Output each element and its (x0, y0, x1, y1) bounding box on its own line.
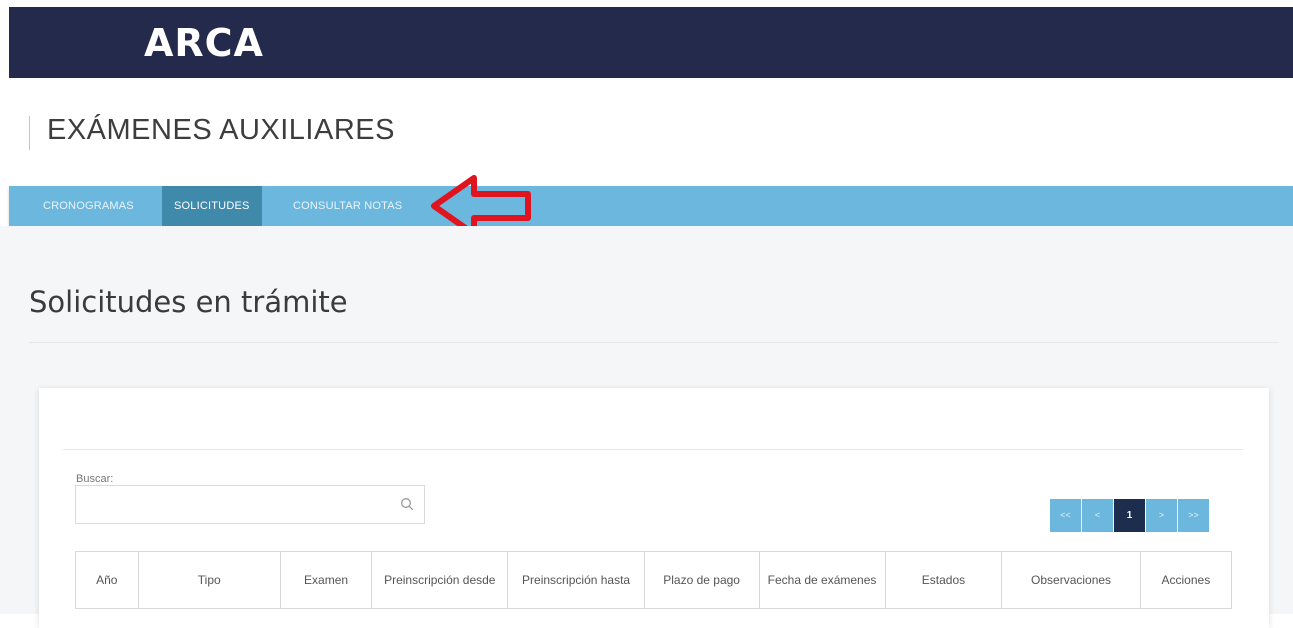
current-page-button[interactable]: 1 (1114, 499, 1145, 532)
column-header-preinscripcion-desde[interactable]: Preinscripción desde (371, 551, 509, 609)
card-divider (63, 449, 1243, 450)
column-header-estados[interactable]: Estados (884, 551, 1003, 609)
section-title: Solicitudes en trámite (29, 285, 348, 319)
arca-logo[interactable]: ARCA (144, 21, 264, 65)
column-header-acciones[interactable]: Acciones (1139, 551, 1233, 609)
column-header-plazo-de-pago[interactable]: Plazo de pago (643, 551, 760, 609)
column-header-examen[interactable]: Examen (279, 551, 373, 609)
prev-page-button[interactable]: < (1082, 499, 1113, 532)
pagination: << < 1 > >> (1050, 499, 1210, 532)
requests-card: Buscar: << < 1 > >> Año Tipo Examen Prei… (39, 388, 1269, 628)
search-input[interactable] (75, 485, 425, 524)
last-page-button[interactable]: >> (1178, 499, 1209, 532)
column-header-observaciones[interactable]: Observaciones (1001, 551, 1141, 609)
search-icon (401, 498, 414, 511)
main-content: Solicitudes en trámite Buscar: << < 1 > … (0, 226, 1293, 628)
column-header-ano[interactable]: Año (75, 551, 139, 609)
search-label: Buscar: (76, 473, 114, 485)
section-divider (29, 342, 1279, 343)
table-header-row: Año Tipo Examen Preinscripción desde Pre… (75, 551, 1233, 609)
main-nav: CRONOGRAMAS SOLICITUDES CONSULTAR NOTAS (9, 186, 1293, 226)
column-header-preinscripcion-hasta[interactable]: Preinscripción hasta (507, 551, 645, 609)
requests-table: Año Tipo Examen Preinscripción desde Pre… (75, 551, 1233, 609)
page-title-area: EXÁMENES AUXILIARES (0, 78, 1293, 186)
column-header-tipo[interactable]: Tipo (137, 551, 281, 609)
tab-cronogramas[interactable]: CRONOGRAMAS (31, 186, 146, 226)
tab-solicitudes[interactable]: SOLICITUDES (162, 186, 262, 226)
column-header-fecha-de-examenes[interactable]: Fecha de exámenes (758, 551, 886, 609)
title-accent-line (29, 116, 30, 150)
page-title: EXÁMENES AUXILIARES (47, 114, 395, 146)
tab-consultar-notas[interactable]: CONSULTAR NOTAS (281, 186, 414, 226)
top-header: ARCA (9, 7, 1293, 78)
next-page-button[interactable]: > (1146, 499, 1177, 532)
first-page-button[interactable]: << (1050, 499, 1081, 532)
